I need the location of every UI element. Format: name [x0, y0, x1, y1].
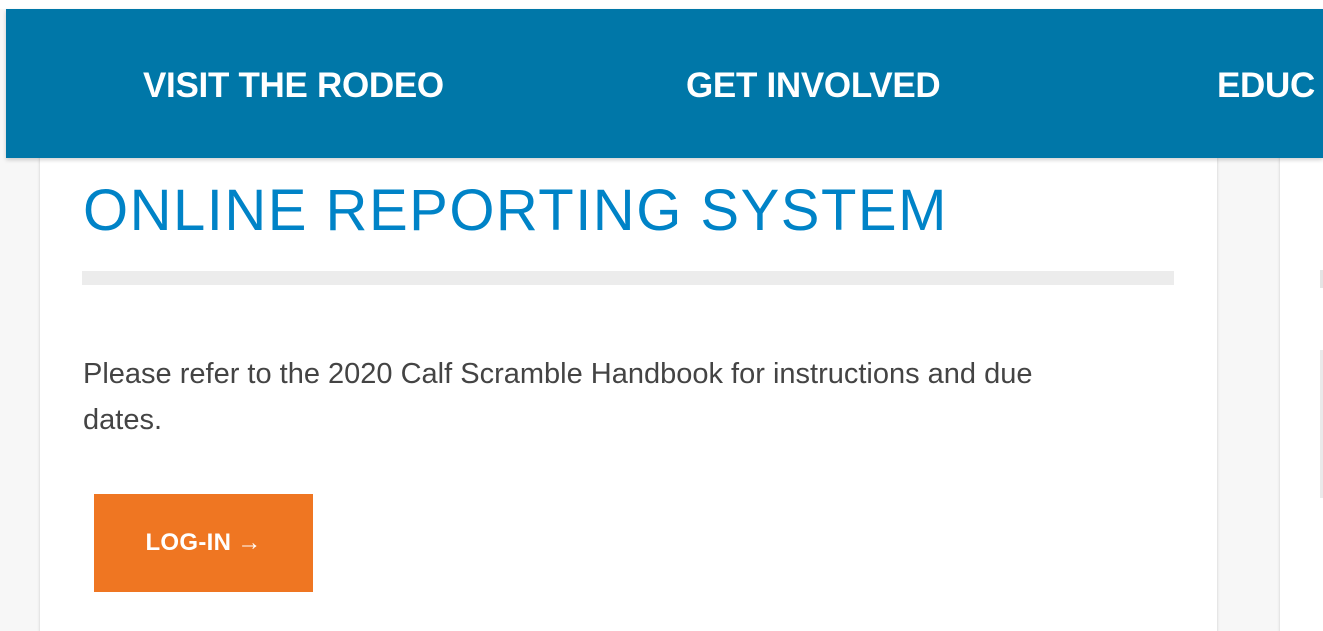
- login-button-label: LOG-IN: [145, 529, 232, 556]
- nav-item-get-involved[interactable]: GET INVOLVED: [686, 66, 941, 106]
- title-divider: [82, 271, 1174, 285]
- sidebar-card: [1280, 140, 1323, 631]
- arrow-right-icon: →: [237, 529, 262, 556]
- login-button[interactable]: LOG-IN →: [94, 494, 313, 592]
- top-strip: [0, 0, 1323, 9]
- nav-item-education[interactable]: EDUC: [1217, 66, 1315, 106]
- content-card: ONLINE REPORTING SYSTEM Please refer to …: [40, 140, 1217, 631]
- page: VISIT THE RODEO GET INVOLVED EDUC ONLINE…: [0, 0, 1323, 631]
- instructions-text: Please refer to the 2020 Calf Scramble H…: [83, 358, 1033, 436]
- nav-item-visit-the-rodeo[interactable]: VISIT THE RODEO: [143, 66, 444, 106]
- page-title: ONLINE REPORTING SYSTEM: [83, 178, 948, 243]
- main-nav: VISIT THE RODEO GET INVOLVED EDUC: [6, 9, 1323, 158]
